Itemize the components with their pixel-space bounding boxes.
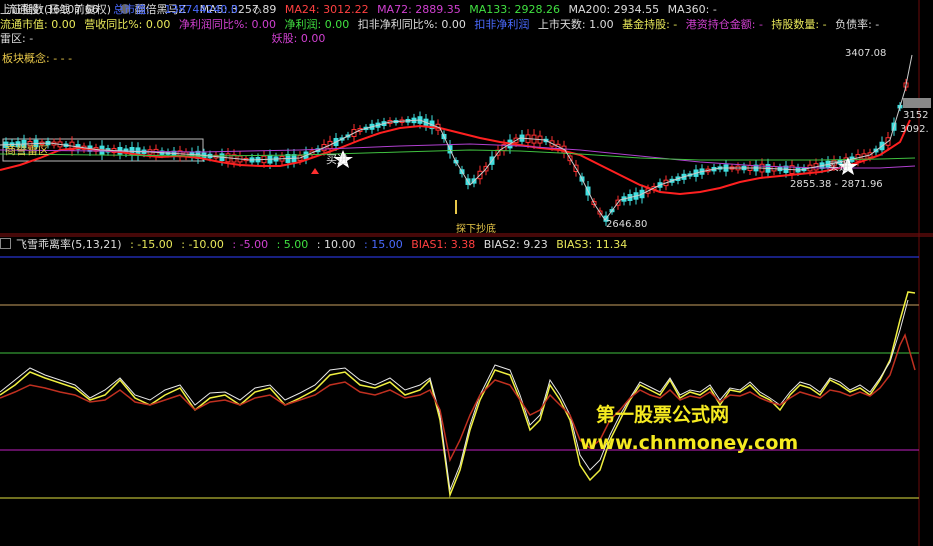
level-minus10: : -10.00 bbox=[181, 238, 224, 251]
bias2-white-line bbox=[0, 299, 909, 492]
right-stats: 流通股: 36107.66 总市值: 138744240.0 ◇ bbox=[0, 3, 933, 16]
deduct-yoy: 扣非净利同比%: 0.00 bbox=[357, 18, 466, 31]
high-price-label: 3407.08 bbox=[845, 48, 887, 59]
risk-row: 雷区: - 妖股: 0.00 bbox=[0, 32, 330, 45]
listed-days: 上市天数: 1.00 bbox=[537, 18, 614, 31]
bias2-value: BIAS2: 9.23 bbox=[483, 238, 548, 251]
expand-icon[interactable]: ◇ bbox=[252, 3, 260, 16]
mid-range-label: 2855.38 - 2871.96 bbox=[790, 179, 883, 190]
level-15: : 15.00 bbox=[364, 238, 403, 251]
mine-zone: 雷区: - bbox=[0, 32, 34, 45]
sector-concept: 板块概念: - - - bbox=[2, 52, 73, 65]
hk-hold: 港资持仓金额: - bbox=[685, 18, 763, 31]
revenue-yoy: 营收同比%: 0.00 bbox=[84, 18, 171, 31]
bias3-value: BIAS3: 11.34 bbox=[556, 238, 628, 251]
ma-white-line bbox=[0, 54, 913, 221]
float-shares: 流通股: 36107.66 bbox=[6, 3, 99, 16]
chart-canvas[interactable] bbox=[0, 0, 933, 546]
debt-ratio: 负债率: - bbox=[835, 18, 880, 31]
deduct-profit: 扣非净利润 bbox=[474, 18, 530, 31]
up-arrow-1 bbox=[311, 168, 319, 174]
market-cap-label: 总市值: bbox=[113, 3, 150, 16]
hold-count: 持股数量: - bbox=[771, 18, 827, 31]
indicator-name: 飞雪乖离率(5,13,21) bbox=[16, 238, 122, 251]
bias3-yellow-line bbox=[0, 291, 916, 498]
fund-hold: 基金持股: - bbox=[622, 18, 678, 31]
bias1-value: BIAS1: 3.38 bbox=[411, 238, 476, 251]
indicator-header: 飞雪乖离率(5,13,21) : -15.00 : -10.00 : -5.00… bbox=[0, 238, 632, 251]
level-minus5: : -5.00 bbox=[232, 238, 269, 251]
float-value: 流通市值: 0.00 bbox=[0, 18, 76, 31]
price-band bbox=[903, 98, 931, 108]
price-3092-label: 3092. bbox=[900, 124, 929, 135]
low-price-label: 2646.80 bbox=[606, 219, 648, 230]
net-profit: 净利润: 0.00 bbox=[284, 18, 350, 31]
buy-label-2: 买进 bbox=[828, 160, 850, 173]
buy-label-1: 买进 bbox=[326, 153, 348, 166]
price-3152-label: 3152 bbox=[903, 110, 929, 121]
fundamentals-row: 流通市值: 0.00 营收同比%: 0.00 净利润同比%: 0.00 净利润:… bbox=[0, 18, 884, 31]
indicator-checkbox[interactable] bbox=[0, 238, 11, 249]
profit-yoy: 净利润同比%: 0.00 bbox=[178, 18, 277, 31]
demon-stock: 妖股: 0.00 bbox=[271, 32, 326, 45]
ma-red-line bbox=[0, 119, 911, 196]
level-10: : 10.00 bbox=[316, 238, 356, 251]
watermark-title: 第一股票公式网 bbox=[596, 404, 730, 426]
watermark-url: www.chnmoney.com bbox=[580, 432, 799, 454]
goodwill-zone-label: 商誉雷区 bbox=[5, 144, 49, 157]
level-5: : 5.00 bbox=[276, 238, 309, 251]
bottom-note: 探下抄底 bbox=[456, 224, 496, 235]
level-minus15: : -15.00 bbox=[130, 238, 173, 251]
market-cap-value: 138744240.0 bbox=[164, 3, 238, 16]
